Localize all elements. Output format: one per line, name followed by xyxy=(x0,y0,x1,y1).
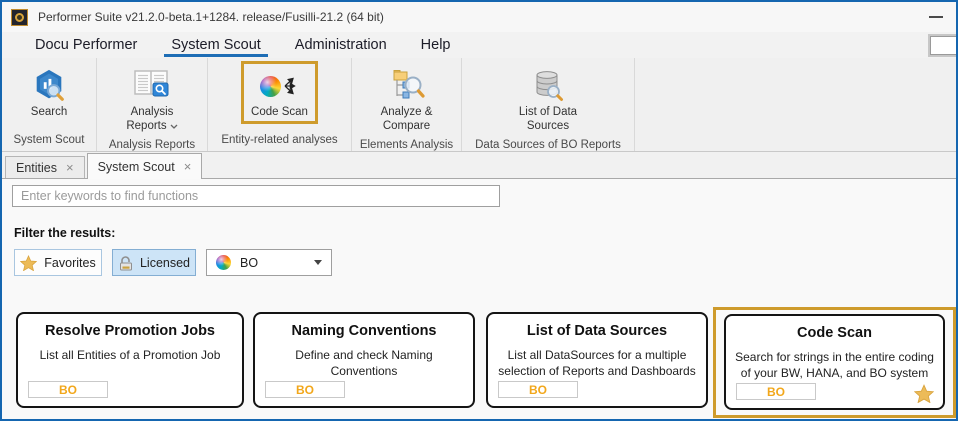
tab-entities[interactable]: Entities × xyxy=(5,156,85,178)
card-description: List all Entities of a Promotion Job xyxy=(18,348,242,364)
favorites-filter-button[interactable]: Favorites xyxy=(14,249,102,276)
card-description: List all DataSources for a multiple sele… xyxy=(488,348,706,379)
card-title: Naming Conventions xyxy=(255,323,473,339)
scope-dropdown-value: BO xyxy=(240,256,258,270)
ribbon-analysis-reports-button[interactable]: Analysis Reports xyxy=(116,61,187,139)
ribbon-empty-area xyxy=(635,58,956,151)
chevron-down-icon xyxy=(170,124,178,129)
app-window: Performer Suite v21.2.0-beta.1+1284. rel… xyxy=(0,0,958,421)
favorite-star-icon[interactable] xyxy=(914,384,934,403)
ribbon-group-label: Data Sources of BO Reports xyxy=(462,139,634,151)
ribbon-button-label: Search xyxy=(31,105,67,119)
ribbon-group-analysis-reports: Analysis Reports Analysis Reports xyxy=(97,58,208,151)
card-description: Search for strings in the entire coding … xyxy=(726,350,943,381)
main-content: Filter the results: Favorites Licensed B… xyxy=(2,179,956,419)
ribbon-group-label: Analysis Reports xyxy=(97,139,207,151)
card-title: List of Data Sources xyxy=(488,323,706,339)
ribbon-group-label: Entity-related analyses xyxy=(208,134,351,151)
card-description: Define and check Naming Conventions xyxy=(255,348,473,379)
menu-item-docu-performer[interactable]: Docu Performer xyxy=(18,32,154,58)
ribbon-group-system-scout: Search System Scout xyxy=(2,58,97,151)
minimize-icon[interactable] xyxy=(929,16,943,18)
filter-results-label: Filter the results: xyxy=(14,226,115,240)
system-badge: BO xyxy=(28,381,108,398)
ribbon-group-data-sources: List of Data Sources Data Sources of BO … xyxy=(462,58,635,151)
menu-bar: Docu Performer System Scout Administrati… xyxy=(2,32,956,58)
favorites-label: Favorites xyxy=(44,256,95,270)
ribbon-code-scan-button[interactable]: Code Scan xyxy=(241,61,318,124)
ribbon-button-label: Code Scan xyxy=(251,105,308,119)
system-badge: BO xyxy=(265,381,345,398)
ribbon-analyze-compare-button[interactable]: Analyze & Compare xyxy=(371,61,443,139)
tab-label: System Scout xyxy=(98,160,175,174)
menu-item-help[interactable]: Help xyxy=(404,32,468,58)
ribbon: Search System Scout xyxy=(2,58,956,152)
analyze-compare-icon xyxy=(388,67,426,105)
menu-item-system-scout[interactable]: System Scout xyxy=(154,32,277,58)
database-search-icon xyxy=(530,67,566,105)
ribbon-search-button[interactable]: Search xyxy=(21,61,77,124)
titlebar-search-box[interactable] xyxy=(930,36,958,55)
ribbon-group-elements-analysis: Analyze & Compare Elements Analysis xyxy=(352,58,462,151)
function-card-resolve-promotion-jobs[interactable]: Resolve Promotion Jobs List all Entities… xyxy=(16,312,244,408)
licensed-filter-button[interactable]: Licensed xyxy=(112,249,196,276)
function-card-code-scan[interactable]: Code Scan Search for strings in the enti… xyxy=(724,314,945,410)
ribbon-button-label: Analyze & Compare xyxy=(381,105,433,134)
document-tab-bar: Entities × System Scout × xyxy=(2,152,956,179)
bo-sphere-icon xyxy=(216,255,231,270)
function-card-list-of-data-sources[interactable]: List of Data Sources List all DataSource… xyxy=(486,312,708,408)
title-bar: Performer Suite v21.2.0-beta.1+1284. rel… xyxy=(2,2,956,32)
keyword-search-input[interactable] xyxy=(12,185,500,207)
card-title: Code Scan xyxy=(726,325,943,341)
ribbon-group-entity-analyses: Code Scan Entity-related analyses xyxy=(208,58,352,151)
lock-icon xyxy=(118,255,133,271)
ribbon-button-label: List of Data Sources xyxy=(519,105,577,134)
star-icon xyxy=(20,255,37,271)
close-icon[interactable]: × xyxy=(66,161,74,174)
analysis-reports-icon xyxy=(132,67,172,105)
app-logo-icon xyxy=(11,9,28,26)
code-scan-icon xyxy=(260,67,300,105)
tab-system-scout[interactable]: System Scout × xyxy=(87,153,203,179)
code-scan-highlight-box: Code Scan Search for strings in the enti… xyxy=(713,307,956,418)
ribbon-group-label: Elements Analysis xyxy=(352,139,461,151)
search-hexagon-icon xyxy=(31,67,67,105)
function-card-naming-conventions[interactable]: Naming Conventions Define and check Nami… xyxy=(253,312,475,408)
system-badge: BO xyxy=(736,383,816,400)
menu-item-administration[interactable]: Administration xyxy=(278,32,404,58)
scope-dropdown[interactable]: BO xyxy=(206,249,332,276)
ribbon-button-label: Analysis Reports xyxy=(126,105,177,134)
ribbon-group-label: System Scout xyxy=(2,134,96,151)
window-title: Performer Suite v21.2.0-beta.1+1284. rel… xyxy=(38,10,384,24)
licensed-label: Licensed xyxy=(140,256,190,270)
close-icon[interactable]: × xyxy=(184,160,192,173)
chevron-down-icon xyxy=(314,260,322,265)
ribbon-list-data-sources-button[interactable]: List of Data Sources xyxy=(509,61,587,139)
tab-label: Entities xyxy=(16,161,57,175)
system-badge: BO xyxy=(498,381,578,398)
card-title: Resolve Promotion Jobs xyxy=(18,323,242,339)
